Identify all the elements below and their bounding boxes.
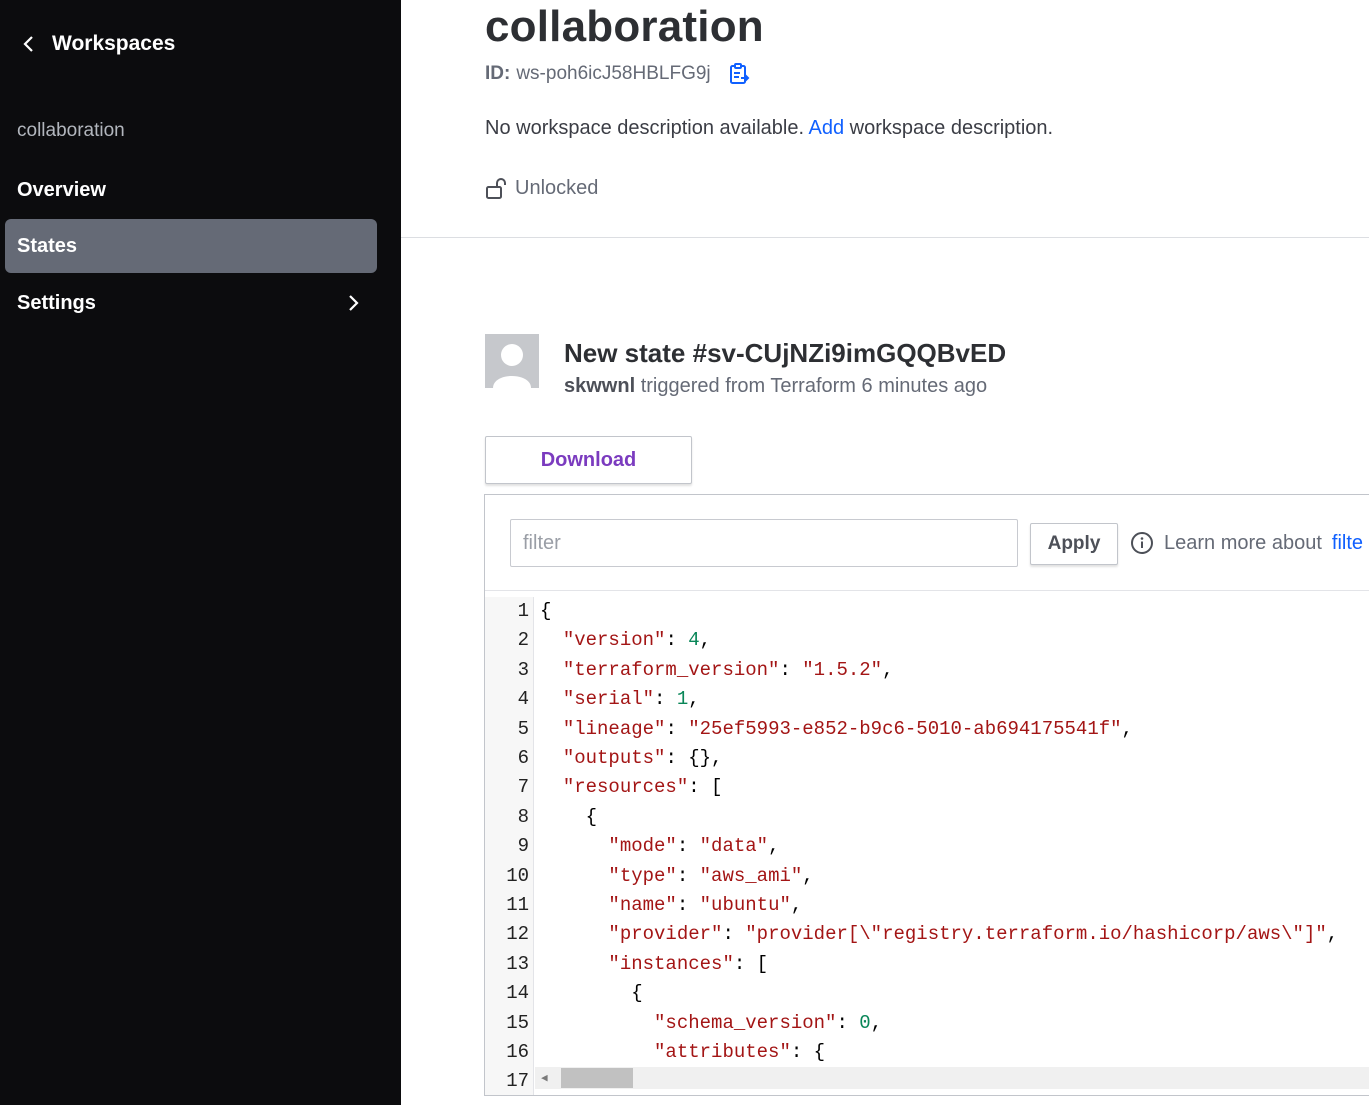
code-text: {: [540, 982, 643, 1005]
unlock-icon: [486, 178, 506, 199]
lock-status: Unlocked: [485, 176, 598, 200]
line-number: 10: [506, 864, 529, 887]
line-number: 12: [506, 923, 529, 946]
line-number: 1: [517, 600, 529, 622]
line-number: 13: [506, 952, 529, 975]
state-user: skwwnl: [564, 375, 636, 397]
line-number: 16: [506, 1041, 529, 1063]
section-divider: [401, 237, 1369, 238]
filter-input[interactable]: [510, 519, 1018, 567]
download-button[interactable]: Download: [485, 436, 692, 484]
code-text: "outputs": {},: [562, 747, 723, 769]
state-title: New state #sv-CUjNZi9imGQQBvED: [564, 338, 1007, 368]
code-text: "version": 4,: [562, 629, 712, 652]
add-description-link[interactable]: Add: [809, 117, 845, 139]
description-text: No workspace description available.: [485, 117, 805, 139]
code-text: "attributes": {: [654, 1041, 826, 1063]
apply-button[interactable]: Apply: [1030, 523, 1118, 565]
sidebar-item-settings[interactable]: Settings: [5, 276, 377, 330]
copy-clipboard-icon[interactable]: [727, 62, 751, 86]
horizontal-scrollbar[interactable]: ◀: [535, 1067, 1369, 1089]
json-code-editor[interactable]: 1 {2 "version": 4, 3 "terraform_version": …: [485, 597, 1369, 1095]
code-text: "schema_version": 0,: [654, 1011, 883, 1034]
state-trigger-text: triggered from Terraform 6 minutes ago: [640, 375, 988, 397]
id-label: ID:: [485, 63, 511, 84]
code-text: "resources": [: [562, 776, 723, 799]
back-to-workspaces-link[interactable]: Workspaces: [20, 28, 175, 60]
learn-more-filter-link[interactable]: filte: [1332, 532, 1363, 555]
line-number: 3: [517, 658, 529, 681]
sidebar-item-label: Settings: [17, 291, 96, 314]
line-number: 2: [517, 629, 529, 652]
workspace-description: No workspace description available. Add …: [485, 117, 1053, 140]
lock-status-label: Unlocked: [515, 176, 599, 199]
page-title: collaboration: [485, 2, 764, 51]
id-value: ws-poh6icJ58HBLFG9j: [516, 63, 711, 84]
state-trigger-info: skwwnl triggered from Terraform 6 minute…: [564, 375, 987, 398]
code-text: {: [540, 600, 552, 622]
avatar: [485, 334, 539, 388]
line-number: 15: [506, 1011, 529, 1034]
code-text: "provider": "provider[\"registry.terrafo…: [608, 923, 1339, 946]
code-text: "name": "ubuntu",: [608, 894, 803, 916]
code-text: "mode": "data",: [608, 835, 780, 858]
line-number: 6: [517, 747, 529, 769]
panel-divider: [485, 590, 1369, 591]
learn-more-text: Learn more about: [1164, 531, 1322, 554]
code-text: "lineage": "25ef5993-e852-b9c6-5010-ab69…: [562, 717, 1133, 740]
chevron-right-icon: [349, 295, 359, 311]
code-text: "serial": 1,: [562, 688, 700, 711]
sidebar-item-overview[interactable]: Overview: [5, 163, 377, 217]
line-number: 9: [517, 835, 529, 858]
sidebar: Workspaces collaboration Overview States…: [0, 0, 401, 1105]
line-number: 11: [506, 894, 529, 916]
scrollbar-thumb[interactable]: [561, 1068, 633, 1088]
back-label: Workspaces: [52, 32, 176, 55]
line-number: 14: [506, 982, 529, 1005]
line-number: 5: [517, 717, 529, 740]
main-content: collaboration ID: ws-poh6icJ58HBLFG9j No…: [401, 0, 1369, 1105]
line-number: 17: [506, 1070, 529, 1093]
line-number: 8: [517, 805, 529, 828]
code-text: "instances": [: [608, 952, 769, 975]
description-suffix: workspace description.: [849, 117, 1054, 139]
line-number: 7: [517, 776, 529, 799]
scroll-left-arrow-icon[interactable]: ◀: [541, 1071, 548, 1085]
sidebar-item-label: States: [17, 234, 78, 257]
sidebar-item-states[interactable]: States: [5, 219, 377, 273]
sidebar-item-label: Overview: [17, 178, 106, 201]
line-number: 4: [517, 688, 529, 711]
code-text: "terraform_version": "1.5.2",: [562, 658, 894, 681]
state-viewer-panel: Apply Learn more about filte 1 {2 "versio…: [484, 494, 1369, 1096]
workspace-id: ID: ws-poh6icJ58HBLFG9j: [485, 62, 751, 86]
chevron-left-icon: [23, 36, 33, 52]
sidebar-workspace-name: collaboration: [17, 120, 125, 141]
code-text: "type": "aws_ami",: [608, 864, 814, 887]
info-icon: [1131, 532, 1153, 554]
code-text: {: [540, 805, 598, 828]
learn-more: Learn more about filte: [1130, 531, 1363, 555]
